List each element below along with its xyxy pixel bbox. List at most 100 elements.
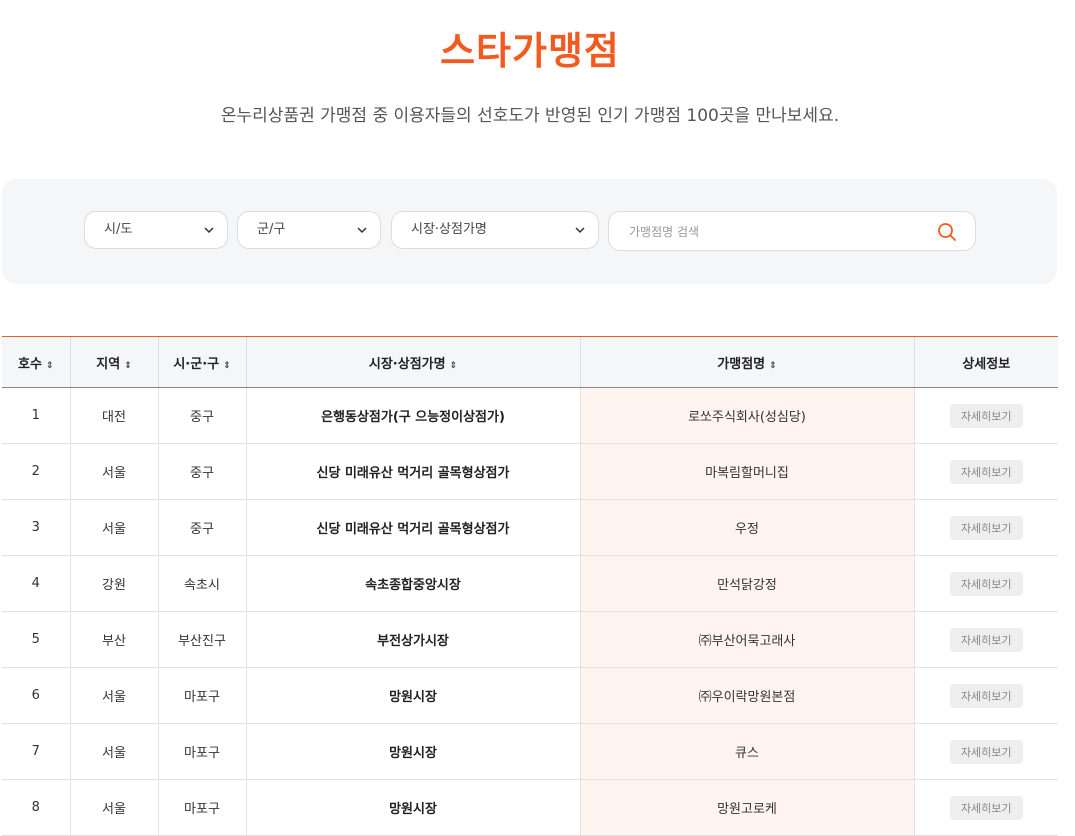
row-number: 5	[2, 611, 71, 668]
sort-icon[interactable]: ⇕	[450, 361, 458, 371]
page-subtitle: 온누리상품권 가맹점 중 이용자들의 선호도가 반영된 인기 가맹점 100곳을…	[220, 106, 840, 126]
market-name-cell: 신당 미래유산 먹거리 골목형상점가	[246, 499, 581, 556]
table-row: 4 강원 속초시 속초종합중앙시장 만석닭강정 자세히보기	[2, 555, 1058, 612]
district-cell: 중구	[158, 499, 247, 556]
store-name-cell: 큐스	[580, 723, 915, 780]
district-cell: 부산진구	[158, 611, 247, 668]
column-header-label: 시·군·구	[173, 356, 220, 372]
store-name-cell: 만석닭강정	[580, 555, 915, 612]
region-cell: 서울	[70, 667, 159, 724]
table-row: 3 서울 중구 신당 미래유산 먹거리 골목형상점가 우정 자세히보기	[2, 499, 1058, 556]
region-cell: 강원	[70, 555, 159, 612]
region-cell: 부산	[70, 611, 159, 668]
col-store-header[interactable]: 가맹점명 ⇕	[580, 337, 915, 388]
page-title: 스타가맹점	[440, 29, 620, 73]
store-name-cell: ㈜우이락망원본점	[580, 667, 915, 724]
detail-cell: 자세히보기	[914, 555, 1058, 612]
filter-panel: 시/도 군/구 시장·상점가명	[2, 179, 1057, 284]
col-number-header[interactable]: 호수 ⇕	[2, 337, 71, 388]
store-name-cell: 로쏘주식회사(성심당)	[580, 387, 915, 444]
row-number: 4	[2, 555, 71, 612]
table-row: 5 부산 부산진구 부전상가시장 ㈜부산어묵고래사 자세히보기	[2, 611, 1058, 668]
store-search-input[interactable]	[627, 221, 931, 243]
market-name-cell: 망원시장	[246, 667, 581, 724]
detail-cell: 자세히보기	[914, 499, 1058, 556]
market-select-label: 시장·상점가명	[411, 222, 487, 237]
row-number: 3	[2, 499, 71, 556]
region-cell: 서울	[70, 443, 159, 500]
table-body: 1 대전 중구 은행동상점가(구 으능정이상점가) 로쏘주식회사(성심당) 자세히보기 2 서…	[2, 387, 1058, 836]
search-icon[interactable]	[937, 222, 957, 242]
table-row: 2 서울 중구 신당 미래유산 먹거리 골목형상점가 마복림할머니집 자세히보기	[2, 443, 1058, 500]
store-search-box	[608, 211, 976, 251]
store-table-container: 호수 ⇕ 지역 ⇕ 시·군·구 ⇕ 시장·상점가명 ⇕ 가맹점명 ⇕ 상세정보 1 대전 중구 은행동상점…	[2, 336, 1058, 836]
district-cell: 중구	[158, 443, 247, 500]
row-number: 2	[2, 443, 71, 500]
row-number: 1	[2, 387, 71, 444]
market-name-cell: 은행동상점가(구 으능정이상점가)	[246, 387, 581, 444]
detail-button[interactable]: 자세히보기	[949, 459, 1023, 484]
market-name-cell: 부전상가시장	[246, 611, 581, 668]
detail-cell: 자세히보기	[914, 443, 1058, 500]
detail-cell: 자세히보기	[914, 611, 1058, 668]
region-cell: 서울	[70, 779, 159, 836]
market-name-cell: 망원시장	[246, 779, 581, 836]
store-table: 호수 ⇕ 지역 ⇕ 시·군·구 ⇕ 시장·상점가명 ⇕ 가맹점명 ⇕ 상세정보 1 대전 중구 은행동상점…	[2, 337, 1058, 836]
district-cell: 속초시	[158, 555, 247, 612]
sort-icon[interactable]: ⇕	[223, 361, 231, 371]
detail-button[interactable]: 자세히보기	[949, 683, 1023, 708]
province-select[interactable]: 시/도	[84, 211, 228, 249]
column-header-label: 시장·상점가명	[368, 356, 446, 372]
detail-cell: 자세히보기	[914, 667, 1058, 724]
detail-button[interactable]: 자세히보기	[949, 515, 1023, 540]
row-number: 7	[2, 723, 71, 780]
col-district-header[interactable]: 시·군·구 ⇕	[158, 337, 247, 388]
column-header-label: 상세정보	[962, 356, 1011, 372]
column-header-label: 가맹점명	[717, 356, 766, 372]
district-select-label: 군/구	[257, 222, 286, 237]
detail-cell: 자세히보기	[914, 723, 1058, 780]
table-header-row: 호수 ⇕ 지역 ⇕ 시·군·구 ⇕ 시장·상점가명 ⇕ 가맹점명 ⇕ 상세정보	[2, 337, 1058, 388]
store-name-cell: 우정	[580, 499, 915, 556]
table-row: 7 서울 마포구 망원시장 큐스 자세히보기	[2, 723, 1058, 780]
district-cell: 마포구	[158, 667, 247, 724]
col-market-header[interactable]: 시장·상점가명 ⇕	[246, 337, 581, 388]
chevron-down-icon	[575, 227, 585, 234]
detail-cell: 자세히보기	[914, 779, 1058, 836]
region-cell: 대전	[70, 387, 159, 444]
district-cell: 마포구	[158, 779, 247, 836]
store-name-cell: ㈜부산어묵고래사	[580, 611, 915, 668]
column-header-label: 지역	[96, 356, 121, 372]
sort-icon[interactable]: ⇕	[769, 361, 777, 371]
detail-button[interactable]: 자세히보기	[949, 571, 1023, 596]
market-name-cell: 신당 미래유산 먹거리 골목형상점가	[246, 443, 581, 500]
table-row: 1 대전 중구 은행동상점가(구 으능정이상점가) 로쏘주식회사(성심당) 자세히보기	[2, 387, 1058, 444]
detail-cell: 자세히보기	[914, 387, 1058, 444]
chevron-down-icon	[357, 227, 367, 234]
col-region-header[interactable]: 지역 ⇕	[70, 337, 159, 388]
store-name-cell: 망원고로케	[580, 779, 915, 836]
detail-button[interactable]: 자세히보기	[949, 739, 1023, 764]
table-row: 6 서울 마포구 망원시장 ㈜우이락망원본점 자세히보기	[2, 667, 1058, 724]
province-select-label: 시/도	[104, 222, 133, 237]
region-cell: 서울	[70, 723, 159, 780]
market-name-cell: 망원시장	[246, 723, 581, 780]
market-name-cell: 속초종합중앙시장	[246, 555, 581, 612]
store-name-cell: 마복림할머니집	[580, 443, 915, 500]
row-number: 8	[2, 779, 71, 836]
table-row: 8 서울 마포구 망원시장 망원고로케 자세히보기	[2, 779, 1058, 836]
column-header-label: 호수	[18, 356, 42, 372]
market-select[interactable]: 시장·상점가명	[391, 211, 599, 249]
district-cell: 마포구	[158, 723, 247, 780]
col-detail-header: 상세정보	[914, 337, 1058, 388]
chevron-down-icon	[204, 227, 214, 234]
detail-button[interactable]: 자세히보기	[949, 403, 1023, 428]
district-cell: 중구	[158, 387, 247, 444]
sort-icon[interactable]: ⇕	[46, 361, 54, 371]
sort-icon[interactable]: ⇕	[124, 361, 132, 371]
district-select[interactable]: 군/구	[237, 211, 381, 249]
table-header: 호수 ⇕ 지역 ⇕ 시·군·구 ⇕ 시장·상점가명 ⇕ 가맹점명 ⇕ 상세정보	[2, 337, 1058, 388]
detail-button[interactable]: 자세히보기	[949, 627, 1023, 652]
region-cell: 서울	[70, 499, 159, 556]
detail-button[interactable]: 자세히보기	[949, 795, 1023, 820]
